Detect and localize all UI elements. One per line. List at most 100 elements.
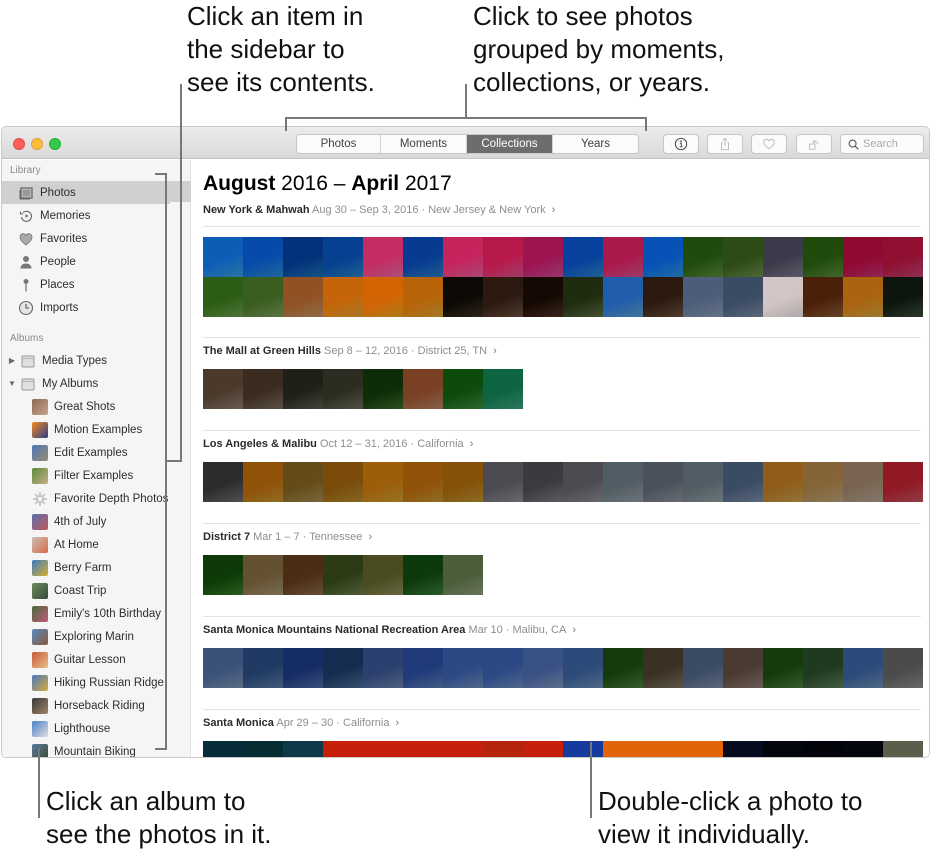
photo-thumbnail[interactable] [403, 237, 443, 277]
photo-thumbnail[interactable] [403, 555, 443, 595]
photo-thumbnail[interactable] [283, 462, 323, 502]
photo-thumbnail[interactable] [523, 741, 563, 757]
album-item[interactable]: Hiking Russian Ridge [2, 671, 170, 694]
tab-moments[interactable]: Moments [381, 135, 467, 153]
photo-thumbnail[interactable] [603, 648, 643, 688]
photo-thumbnail[interactable] [203, 369, 243, 409]
info-button[interactable] [663, 134, 699, 154]
photo-thumbnail[interactable] [803, 277, 843, 317]
sidebar-folder-media-types[interactable]: ▶ Media Types [2, 349, 170, 372]
photo-thumbnail[interactable] [243, 462, 283, 502]
photo-thumbnail[interactable] [283, 277, 323, 317]
photo-thumbnail[interactable] [323, 648, 363, 688]
photo-thumbnail[interactable] [203, 741, 243, 757]
collection-header[interactable]: Santa Monica Apr 29 – 30 · California › [203, 717, 920, 735]
photo-thumbnail[interactable] [563, 741, 603, 757]
photo-thumbnail[interactable] [523, 237, 563, 277]
photo-thumbnail[interactable] [363, 277, 403, 317]
album-item[interactable]: Coast Trip [2, 579, 170, 602]
photo-thumbnail[interactable] [563, 462, 603, 502]
photo-thumbnail[interactable] [203, 555, 243, 595]
photo-thumbnail[interactable] [363, 648, 403, 688]
photo-thumbnail[interactable] [683, 462, 723, 502]
photo-thumbnail[interactable] [563, 277, 603, 317]
photo-thumbnail[interactable] [483, 462, 523, 502]
photo-thumbnail[interactable] [883, 237, 923, 277]
photo-thumbnail[interactable] [243, 237, 283, 277]
photo-thumbnail[interactable] [363, 462, 403, 502]
album-item[interactable]: Berry Farm [2, 556, 170, 579]
photo-thumbnail[interactable] [563, 237, 603, 277]
zoom-button[interactable] [49, 138, 61, 150]
album-item[interactable]: At Home [2, 533, 170, 556]
photo-thumbnail[interactable] [643, 462, 683, 502]
photo-thumbnail[interactable] [243, 741, 283, 757]
photo-thumbnail[interactable] [603, 462, 643, 502]
photo-thumbnail[interactable] [763, 741, 803, 757]
photo-thumbnail[interactable] [443, 741, 483, 757]
photo-thumbnail[interactable] [843, 741, 883, 757]
collection-header[interactable]: District 7 Mar 1 – 7 · Tennessee › [203, 531, 920, 549]
disclosure-collapsed-icon[interactable]: ▶ [7, 356, 17, 365]
rotate-button[interactable] [796, 134, 832, 154]
album-item[interactable]: Edit Examples [2, 441, 170, 464]
tab-photos[interactable]: Photos [297, 135, 381, 153]
photo-thumbnail[interactable] [243, 648, 283, 688]
photo-thumbnail[interactable] [403, 369, 443, 409]
sidebar-item-favorites[interactable]: Favorites [2, 227, 170, 250]
photo-thumbnail[interactable] [243, 277, 283, 317]
chevron-right-icon[interactable]: › [467, 438, 474, 450]
photo-thumbnail[interactable] [763, 237, 803, 277]
photo-thumbnail[interactable] [883, 277, 923, 317]
photo-thumbnail[interactable] [363, 555, 403, 595]
photo-thumbnail[interactable] [363, 741, 403, 757]
photo-thumbnail[interactable] [403, 277, 443, 317]
photo-thumbnail[interactable] [683, 237, 723, 277]
photo-thumbnail[interactable] [803, 648, 843, 688]
photo-thumbnail[interactable] [723, 237, 763, 277]
photo-thumbnail[interactable] [803, 462, 843, 502]
album-item[interactable]: 4th of July [2, 510, 170, 533]
sidebar-item-memories[interactable]: Memories [2, 204, 170, 227]
photo-thumbnail[interactable] [523, 277, 563, 317]
chevron-right-icon[interactable]: › [569, 624, 576, 636]
photo-thumbnail[interactable] [883, 462, 923, 502]
photo-thumbnail[interactable] [763, 277, 803, 317]
photo-thumbnail[interactable] [203, 648, 243, 688]
photo-thumbnail[interactable] [683, 277, 723, 317]
photo-thumbnail[interactable] [443, 462, 483, 502]
photo-thumbnail[interactable] [203, 462, 243, 502]
photo-thumbnail[interactable] [443, 237, 483, 277]
photo-thumbnail[interactable] [563, 648, 603, 688]
photo-thumbnail[interactable] [363, 369, 403, 409]
album-item[interactable]: Mountain Biking [2, 740, 170, 757]
photo-thumbnail[interactable] [283, 648, 323, 688]
photo-thumbnail[interactable] [483, 277, 523, 317]
photo-thumbnail[interactable] [723, 741, 763, 757]
photo-thumbnail[interactable] [643, 648, 683, 688]
photo-thumbnail[interactable] [323, 741, 363, 757]
search-field[interactable]: Search [840, 134, 924, 154]
album-item[interactable]: Exploring Marin [2, 625, 170, 648]
sidebar-item-imports[interactable]: Imports [2, 296, 170, 319]
photo-thumbnail[interactable] [683, 741, 723, 757]
album-item[interactable]: Great Shots [2, 395, 170, 418]
photo-thumbnail[interactable] [203, 277, 243, 317]
album-item[interactable]: Lighthouse [2, 717, 170, 740]
sidebar-item-places[interactable]: Places [2, 273, 170, 296]
photo-thumbnail[interactable] [283, 237, 323, 277]
album-item[interactable]: Horseback Riding [2, 694, 170, 717]
photo-thumbnail[interactable] [643, 237, 683, 277]
photo-thumbnail[interactable] [483, 237, 523, 277]
photo-thumbnail[interactable] [483, 741, 523, 757]
album-item[interactable]: Guitar Lesson [2, 648, 170, 671]
album-item[interactable]: Emily's 10th Birthday [2, 602, 170, 625]
photo-thumbnail[interactable] [843, 237, 883, 277]
photo-thumbnail[interactable] [283, 369, 323, 409]
photo-thumbnail[interactable] [723, 277, 763, 317]
photo-thumbnail[interactable] [403, 648, 443, 688]
share-button[interactable] [707, 134, 743, 154]
photo-thumbnail[interactable] [643, 277, 683, 317]
photo-thumbnail[interactable] [443, 369, 483, 409]
photo-thumbnail[interactable] [523, 462, 563, 502]
